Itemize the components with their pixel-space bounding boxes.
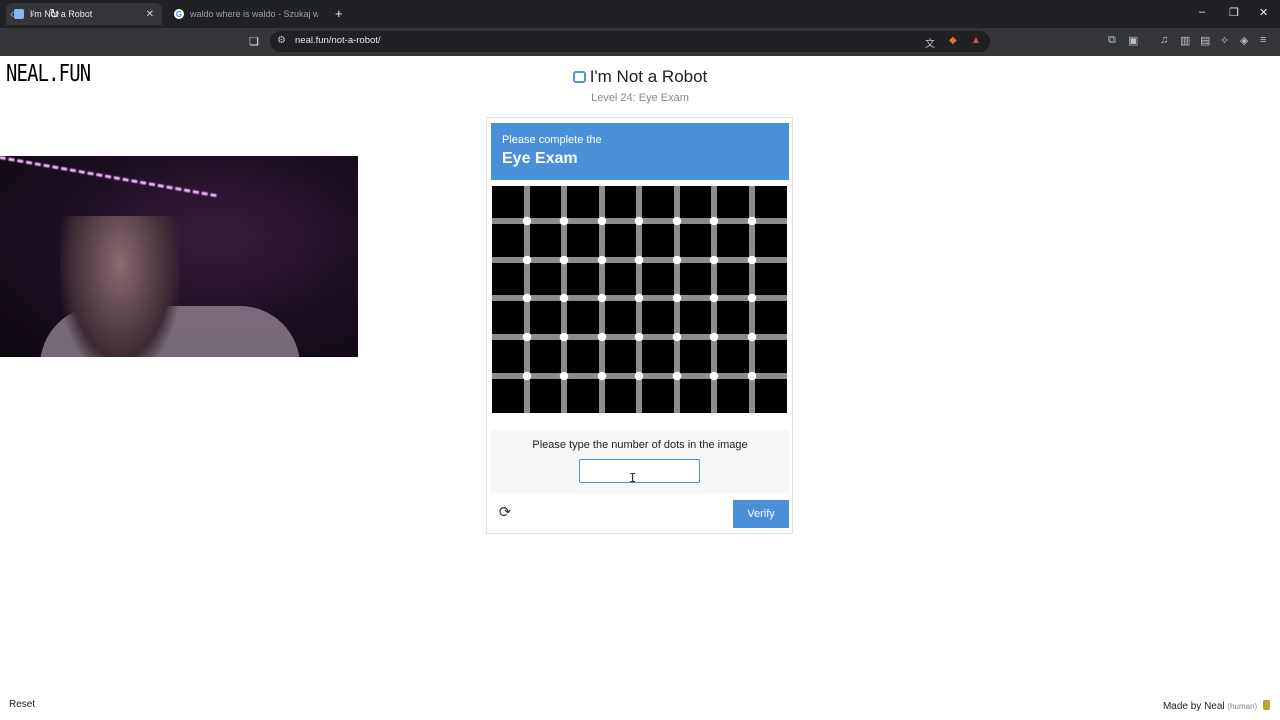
grid-dot bbox=[634, 371, 644, 381]
robot-icon bbox=[572, 71, 586, 83]
made-by-credit[interactable]: Made by Neal (human) bbox=[1163, 700, 1270, 712]
extensions-icon[interactable]: ⧉ bbox=[1108, 34, 1116, 47]
new-tab-button[interactable]: + bbox=[335, 6, 343, 21]
grid-dot bbox=[522, 255, 532, 265]
tab-waldo-search[interactable]: G waldo where is waldo - Szukaj w Goo bbox=[166, 3, 326, 25]
grid-dot bbox=[559, 216, 569, 226]
eye-exam-grid-image bbox=[492, 186, 787, 413]
grid-dot bbox=[522, 293, 532, 303]
verify-button[interactable]: Verify bbox=[733, 500, 789, 528]
captcha-header-line2: Eye Exam bbox=[502, 150, 578, 167]
grid-dot bbox=[559, 371, 569, 381]
restore-icon[interactable]: ❐ bbox=[1229, 6, 1239, 19]
wallet-icon[interactable]: ▤ bbox=[1200, 34, 1210, 47]
grid-dot bbox=[672, 371, 682, 381]
forward-icon[interactable]: › bbox=[30, 6, 34, 21]
site-info-icon[interactable]: ⚙ bbox=[277, 35, 286, 46]
google-favicon-icon: G bbox=[174, 9, 184, 19]
grid-dot bbox=[709, 216, 719, 226]
instruction-text: Please type the number of dots in the im… bbox=[532, 439, 748, 451]
translate-icon[interactable]: 文 bbox=[925, 35, 935, 50]
grid-dot bbox=[672, 216, 682, 226]
url-text[interactable]: neal.fun/not-a-robot/ bbox=[295, 35, 381, 46]
reset-button[interactable]: Reset bbox=[9, 699, 35, 710]
grid-dot bbox=[522, 216, 532, 226]
grid-dot bbox=[709, 332, 719, 342]
level-subtitle: Level 24: Eye Exam bbox=[591, 92, 689, 104]
grid-dot bbox=[709, 293, 719, 303]
browser-tab-bar: I'm Not a Robot ✕ G waldo where is waldo… bbox=[0, 0, 1280, 28]
grid-dot bbox=[522, 332, 532, 342]
grid-dot bbox=[672, 293, 682, 303]
grid-dot bbox=[559, 332, 569, 342]
grid-dot bbox=[634, 216, 644, 226]
close-window-icon[interactable]: ✕ bbox=[1259, 6, 1268, 19]
made-by-note: (human) bbox=[1227, 702, 1258, 711]
close-tab-icon[interactable]: ✕ bbox=[146, 9, 154, 20]
cup-icon bbox=[1263, 700, 1270, 710]
rewards-icon[interactable]: ▲ bbox=[971, 35, 981, 46]
bookmark-icon[interactable]: ❏ bbox=[249, 35, 259, 48]
vpn-icon[interactable]: ◈ bbox=[1240, 34, 1248, 47]
grid-dot bbox=[747, 371, 757, 381]
grid-dot bbox=[634, 293, 644, 303]
robot-favicon-icon bbox=[14, 9, 24, 19]
grid-dot bbox=[747, 216, 757, 226]
grid-dot bbox=[709, 255, 719, 265]
text-cursor-icon: I bbox=[629, 471, 637, 485]
back-icon[interactable]: ‹ bbox=[10, 6, 14, 21]
captcha-header: Please complete the Eye Exam bbox=[491, 123, 789, 180]
leo-ai-icon[interactable]: ✧ bbox=[1220, 34, 1229, 47]
media-icon[interactable]: ♫ bbox=[1160, 34, 1168, 46]
grid-dot bbox=[709, 371, 719, 381]
screenshot-icon[interactable]: ▣ bbox=[1128, 34, 1138, 47]
captcha-header-line1: Please complete the bbox=[502, 134, 602, 146]
grid-dot bbox=[747, 293, 757, 303]
tab-title: I'm Not a Robot bbox=[30, 9, 93, 19]
refresh-icon[interactable]: ⟳ bbox=[496, 504, 514, 522]
grid-dot bbox=[747, 332, 757, 342]
grid-dot bbox=[597, 293, 607, 303]
sidebar-icon[interactable]: ▥ bbox=[1180, 34, 1190, 47]
grid-dot bbox=[559, 255, 569, 265]
grid-dot bbox=[634, 255, 644, 265]
menu-icon[interactable]: ≡ bbox=[1260, 34, 1266, 46]
page-title: I'm Not a Robot bbox=[0, 67, 1280, 87]
brave-shield-icon[interactable]: ◆ bbox=[949, 35, 957, 46]
page-title-text: I'm Not a Robot bbox=[589, 67, 708, 86]
grid-dot bbox=[672, 332, 682, 342]
grid-dot bbox=[597, 371, 607, 381]
grid-dot bbox=[672, 255, 682, 265]
grid-dot bbox=[597, 332, 607, 342]
minimize-icon[interactable]: – bbox=[1199, 6, 1205, 18]
dot-count-input[interactable] bbox=[579, 459, 700, 483]
grid-dot bbox=[747, 255, 757, 265]
hermann-grid-illusion bbox=[492, 186, 787, 413]
grid-dot bbox=[597, 255, 607, 265]
webcam-overlay bbox=[0, 156, 358, 357]
grid-dot bbox=[597, 216, 607, 226]
tab-title: waldo where is waldo - Szukaj w Goo bbox=[190, 9, 318, 19]
grid-dot bbox=[634, 332, 644, 342]
reload-icon[interactable]: ↻ bbox=[49, 6, 60, 22]
grid-dot bbox=[522, 371, 532, 381]
made-by-text: Made by Neal bbox=[1162, 701, 1225, 712]
grid-dot bbox=[559, 293, 569, 303]
